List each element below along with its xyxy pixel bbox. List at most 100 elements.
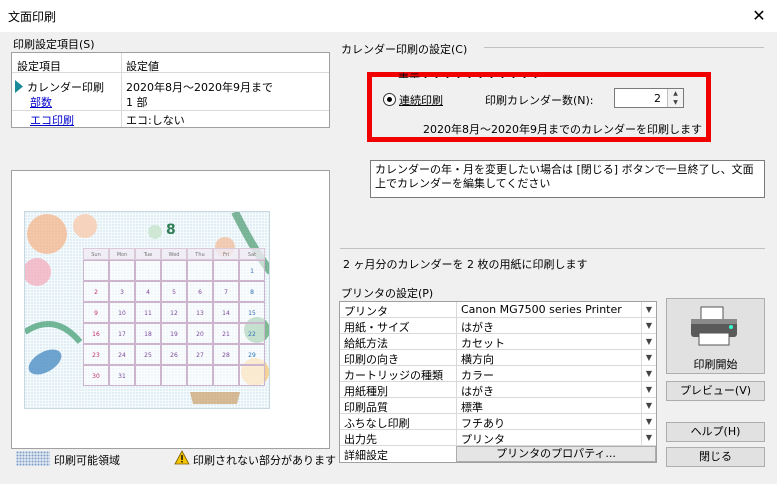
cartridge-label: カートリッジの種類: [344, 369, 443, 382]
settings-row-eco[interactable]: エコ印刷 エコ:しない: [12, 110, 329, 127]
continuous-print-radio[interactable]: [383, 93, 396, 106]
calendar-weekday: Sat: [239, 248, 265, 260]
feed-label: 給紙方法: [344, 337, 388, 350]
calendar-day-cell: 15: [239, 302, 265, 323]
paper-type-label: 用紙種別: [344, 385, 388, 398]
settings-header-row: 設定項目 設定値: [12, 55, 329, 73]
calendar-weekday: Tue: [135, 248, 161, 260]
output-value[interactable]: プリンタ: [456, 430, 640, 446]
calendar-day-cell: [83, 260, 109, 281]
header-item: 設定項目: [17, 60, 61, 73]
borderless-value[interactable]: フチあり: [456, 414, 640, 430]
calendar-day-cell: 23: [83, 344, 109, 365]
chevron-down-icon[interactable]: ▼: [641, 414, 656, 429]
spin-down-icon[interactable]: ▼: [668, 98, 683, 107]
warning-icon: [174, 450, 190, 465]
calendar-day-cell: 18: [135, 323, 161, 344]
title-bar: [0, 0, 777, 32]
header-value: 設定値: [126, 60, 159, 73]
calendar-day-cell: 21: [213, 323, 239, 344]
printer-row-paper-size[interactable]: 用紙・サイズ はがき ▼: [340, 318, 656, 334]
calendar-day-cell: 26: [161, 344, 187, 365]
cartridge-value[interactable]: カラー: [456, 366, 640, 382]
continuous-print-label[interactable]: 連続印刷: [399, 92, 443, 108]
calendar-count-value: 2: [654, 92, 661, 105]
feed-value[interactable]: カセット: [456, 334, 640, 350]
calendar-count-spinner[interactable]: 2 ▲ ▼: [614, 88, 684, 108]
printer-row-printer[interactable]: プリンタ Canon MG7500 series Printer ▼: [340, 302, 656, 318]
printer-row-cartridge[interactable]: カートリッジの種類 カラー ▼: [340, 366, 656, 382]
calendar-day-cell: 8: [239, 281, 265, 302]
chevron-down-icon[interactable]: ▼: [641, 350, 656, 365]
spin-up-icon[interactable]: ▲: [668, 89, 683, 98]
legend-printable-label: 印刷可能領域: [54, 454, 120, 467]
orientation-value[interactable]: 横方向: [456, 350, 640, 366]
settings-link-eco[interactable]: エコ印刷: [30, 112, 74, 128]
paper-type-value[interactable]: はがき: [456, 382, 640, 398]
printer-value[interactable]: Canon MG7500 series Printer: [456, 302, 640, 317]
calendar-day-cell: 10: [109, 302, 135, 323]
settings-value-copies: 1 部: [126, 96, 148, 109]
settings-row-calendar[interactable]: カレンダー印刷 2020年8月～2020年9月まで: [12, 79, 329, 94]
calendar-day-cell: 14: [213, 302, 239, 323]
printer-properties-button[interactable]: プリンタのプロパティ...: [456, 446, 656, 462]
chevron-down-icon[interactable]: ▼: [641, 366, 656, 381]
chevron-down-icon[interactable]: ▼: [641, 302, 656, 317]
calendar-day-cell: 3: [109, 281, 135, 302]
calendar-day-cell: [239, 365, 265, 386]
output-label: 出力先: [344, 433, 377, 446]
chevron-down-icon[interactable]: ▼: [641, 398, 656, 413]
close-button[interactable]: 閉じる: [666, 447, 765, 467]
calendar-day-cell: 24: [109, 344, 135, 365]
settings-value-eco: エコ:しない: [126, 114, 185, 127]
printer-row-feed[interactable]: 給紙方法 カセット ▼: [340, 334, 656, 350]
radio-hidden-label: 表示・・・・・・・・・・・: [398, 70, 541, 78]
printer-row-quality[interactable]: 印刷品質 標準 ▼: [340, 398, 656, 414]
calendar-weekday: Wed: [161, 248, 187, 260]
printer-label: プリンタ: [344, 305, 388, 318]
chevron-down-icon[interactable]: ▼: [641, 382, 656, 397]
calendar-day-cell: [135, 260, 161, 281]
calendar-day-cell: 28: [213, 344, 239, 365]
paper-size-value[interactable]: はがき: [456, 318, 640, 334]
calendar-day-cell: 20: [187, 323, 213, 344]
settings-link-copies[interactable]: 部数: [30, 94, 52, 110]
help-button[interactable]: ヘルプ(H): [666, 422, 765, 442]
calendar-day-cell: [161, 260, 187, 281]
calendar-day-cell: 25: [135, 344, 161, 365]
calendar-preview-paper: 8 Sun Mon Tue Wed Thu Fri Sat 1 2 3 4 5 6 7 8 9 10 11 12 13…: [24, 211, 270, 409]
calendar-count-label: 印刷カレンダー数(N):: [485, 94, 594, 107]
printer-icon: [691, 306, 737, 346]
chevron-down-icon[interactable]: ▼: [641, 318, 656, 333]
calendar-day-cell: 5: [161, 281, 187, 302]
settings-row-copies[interactable]: 部数 1 部: [12, 94, 329, 109]
calendar-edit-note: カレンダーの年・月を変更したい場合は [閉じる] ボタンで一旦終了し、文面上でカ…: [370, 160, 765, 198]
settings-group-label: 印刷設定項目(S): [13, 38, 95, 51]
calendar-day-cell: [135, 365, 161, 386]
calendar-grid: Sun Mon Tue Wed Thu Fri Sat 1 2 3 4 5 6 7 8 9 10 11 12 13 14…: [83, 248, 265, 401]
calendar-summary: 2020年8月～2020年9月までのカレンダーを印刷します: [423, 123, 702, 136]
printer-row-orientation[interactable]: 印刷の向き 横方向 ▼: [340, 350, 656, 366]
calendar-weekday: Mon: [109, 248, 135, 260]
calendar-day-cell: 16: [83, 323, 109, 344]
calendar-day-cell: 12: [161, 302, 187, 323]
printer-row-paper-type[interactable]: 用紙種別 はがき ▼: [340, 382, 656, 398]
quality-value[interactable]: 標準: [456, 398, 640, 414]
chevron-down-icon[interactable]: ▼: [641, 430, 656, 445]
close-window-button[interactable]: ✕: [748, 5, 770, 27]
print-info-text: 2 ヶ月分のカレンダーを 2 枚の用紙に印刷します: [343, 258, 588, 271]
group-divider: [484, 47, 764, 48]
orientation-label: 印刷の向き: [344, 353, 399, 366]
print-start-button[interactable]: 印刷開始: [666, 298, 765, 374]
preview-button[interactable]: プレビュー(V): [666, 381, 765, 401]
info-divider: [340, 248, 765, 249]
printer-row-borderless[interactable]: ふちなし印刷 フチあり ▼: [340, 414, 656, 430]
calendar-day-cell: 6: [187, 281, 213, 302]
printer-row-output[interactable]: 出力先 プリンタ ▼: [340, 430, 656, 446]
calendar-day-cell: [187, 365, 213, 386]
calendar-day-cell: 7: [213, 281, 239, 302]
current-row-arrow-icon: [15, 80, 23, 93]
calendar-day-cell: 30: [83, 365, 109, 386]
window-title: 文面印刷: [8, 10, 57, 24]
chevron-down-icon[interactable]: ▼: [641, 334, 656, 349]
